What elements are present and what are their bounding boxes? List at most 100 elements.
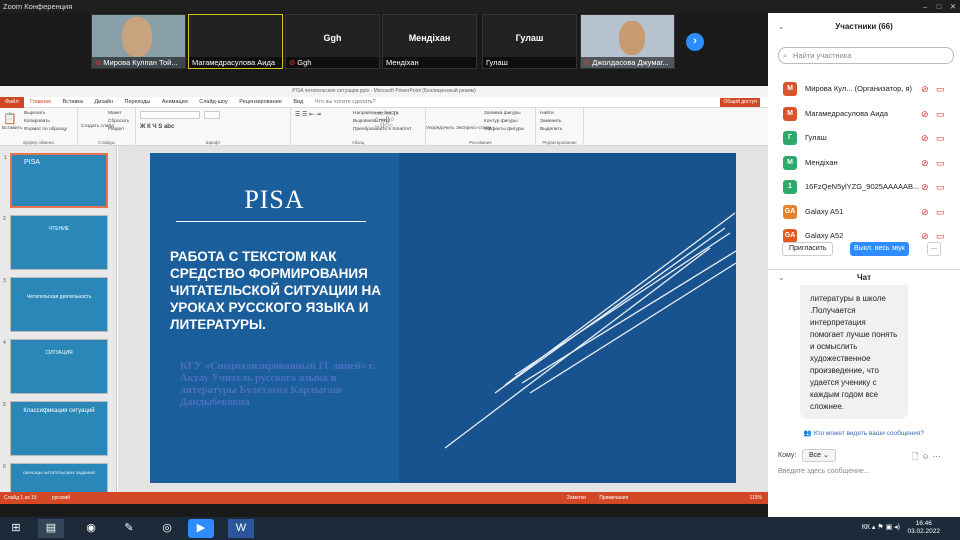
video-tile[interactable]: Гулаш Гулаш xyxy=(482,14,577,69)
mic-muted-icon[interactable]: ⊘ xyxy=(921,151,929,175)
cut-button[interactable]: Вырезать xyxy=(24,111,45,116)
video-off-icon[interactable]: ▭ xyxy=(936,151,945,175)
start-button[interactable]: ⊞ xyxy=(3,519,29,538)
video-off-icon[interactable]: ▭ xyxy=(936,200,945,224)
participant-row[interactable]: 1 16FzQeN5ylYZG_9025AAAAAB... ⊘ ▭ xyxy=(768,175,960,199)
tell-me-search[interactable]: Что вы хотите сделать? xyxy=(310,97,381,108)
bold-button[interactable]: Ж К Ч S abc xyxy=(140,124,174,130)
clock[interactable]: 16:46 03.02.2022 xyxy=(907,520,940,536)
slide-thumbnail[interactable]: 5 Классификация ситуаций xyxy=(3,401,108,456)
thumb-number: 1 xyxy=(4,155,7,161)
shape-fill-button[interactable]: Заливка фигуры xyxy=(484,111,521,116)
zoom-level[interactable]: 115% xyxy=(750,495,762,501)
chrome-icon[interactable]: ◉ xyxy=(78,519,104,538)
invite-button[interactable]: Пригласить xyxy=(782,242,834,256)
shape-outline-button[interactable]: Контур фигуры xyxy=(484,119,518,124)
list-buttons[interactable]: ☰ ☰ ⇤ ⇥ xyxy=(295,111,321,118)
tab-view[interactable]: Вид xyxy=(288,97,308,108)
video-tile[interactable]: ⊘ Мирова Кулпан Той... xyxy=(91,14,186,69)
chat-input[interactable]: Введите здесь сообщение... xyxy=(778,468,870,475)
share-button[interactable]: Общий доступ xyxy=(720,98,760,107)
close-button[interactable]: ✕ xyxy=(946,0,960,13)
tab-animation[interactable]: Анимация xyxy=(157,97,193,108)
tab-design[interactable]: Дизайн xyxy=(90,97,119,108)
format-painter-button[interactable]: Формат по образцу xyxy=(24,127,67,132)
reset-button[interactable]: Сбросить xyxy=(108,119,129,124)
ribbon-tabs: Файл Главная Вставка Дизайн Переходы Ани… xyxy=(0,97,768,110)
video-off-icon[interactable]: ▭ xyxy=(936,175,945,199)
video-name: Джолдасова Джумаг... xyxy=(592,58,669,67)
mic-muted-icon[interactable]: ⊘ xyxy=(921,77,929,101)
arrange-button[interactable]: Упорядочить xyxy=(426,126,455,131)
collapse-chevron-icon[interactable]: ⌄ xyxy=(778,13,785,40)
tools-icon[interactable]: ✎ xyxy=(116,519,142,538)
zoom-app-icon[interactable]: ▶ xyxy=(188,519,214,538)
slide-thumbnail[interactable]: 6 ОБРАЗЦЫ ЧИТАТЕЛЬСКИХ ЗАДАНИЙ xyxy=(3,463,108,492)
participant-row[interactable]: GA Galaxy A51 ⊘ ▭ xyxy=(768,200,960,224)
tab-transitions[interactable]: Переходы xyxy=(120,97,156,108)
copy-button[interactable]: Копировать xyxy=(24,119,50,124)
who-can-see-link[interactable]: 👥 Кто может видеть ваши сообщения? xyxy=(768,429,960,437)
participant-row[interactable]: М Мендіхан ⊘ ▭ xyxy=(768,151,960,175)
more-icon[interactable]: ⋯ xyxy=(933,452,944,461)
word-icon[interactable]: W xyxy=(228,519,254,538)
collapse-chevron-icon[interactable]: ⌄ xyxy=(778,270,785,286)
current-slide[interactable]: PISA РАБОТА С ТЕКСТОМ КАК СРЕДСТВО ФОРМИ… xyxy=(150,153,736,483)
mic-muted-icon[interactable]: ⊘ xyxy=(921,102,929,126)
video-off-icon[interactable]: ▭ xyxy=(936,102,945,126)
video-tile[interactable]: ⊘ Джолдасова Джумаг... xyxy=(580,14,675,69)
emoji-icon[interactable]: ☺ xyxy=(921,452,932,461)
taskbar: ⊞ ▤ ◉ ✎ ◎ ▶ W КК ▴ ⚑ ▣ ◂) 16:46 03.02.20… xyxy=(0,517,960,540)
video-off-icon[interactable]: ▭ xyxy=(936,77,945,101)
slide-thumbnail[interactable]: 4 СИТУАЦИЯ xyxy=(3,339,108,394)
slide-thumbnail[interactable]: 1 PISA xyxy=(4,153,108,208)
font-name-select[interactable] xyxy=(140,111,200,119)
mic-muted-icon[interactable]: ⊘ xyxy=(921,200,929,224)
heading-underline xyxy=(176,221,366,222)
send-to-select[interactable]: Все ⌄ xyxy=(802,449,836,462)
drawing-group: ▭▭\○□▷ △⌐⌐{}☆ ↔⟨⟩◇○ Упорядочить Экспресс-с… xyxy=(374,108,536,146)
find-button[interactable]: Найти xyxy=(540,111,554,116)
font-size-select[interactable] xyxy=(204,111,220,119)
participant-search-input[interactable]: ⌕ Найти участника xyxy=(778,47,954,64)
select-button[interactable]: Выделить xyxy=(540,127,562,132)
participant-row[interactable]: М Магамедрасулова Аида ⊘ ▭ xyxy=(768,102,960,126)
video-off-icon[interactable]: ▭ xyxy=(936,126,945,150)
language-indicator[interactable]: КК xyxy=(862,524,870,531)
tab-file[interactable]: Файл xyxy=(0,97,24,108)
slide-thumbnail[interactable]: 3 Читательская деятельность xyxy=(3,277,108,332)
thumb-number: 6 xyxy=(3,464,6,470)
muted-mic-icon: ⊘ xyxy=(95,58,102,67)
video-tile[interactable]: Ggh ⊘ Ggh xyxy=(285,14,380,69)
next-videos-button[interactable]: › xyxy=(686,33,704,51)
participant-row[interactable]: М Мирова Кул... (Организатор, я) ⊘ ▭ xyxy=(768,77,960,101)
media-icon[interactable]: ◎ xyxy=(154,519,180,538)
system-tray[interactable]: КК ▴ ⚑ ▣ ◂) xyxy=(862,523,900,531)
paste-button[interactable]: Вставить xyxy=(2,126,22,131)
maximize-button[interactable]: □ xyxy=(932,0,946,13)
explorer-icon[interactable]: ▤ xyxy=(38,519,64,538)
mic-muted-icon[interactable]: ⊘ xyxy=(921,126,929,150)
video-tile[interactable]: Мендіхан Мендіхан xyxy=(382,14,477,69)
tab-insert[interactable]: Вставка xyxy=(58,97,88,108)
paste-icon[interactable]: 📋 xyxy=(3,112,17,125)
section-button[interactable]: Раздел xyxy=(108,127,124,132)
mic-muted-icon[interactable]: ⊘ xyxy=(921,175,929,199)
slide-thumbnail[interactable]: 2 ЧТЕНИЕ xyxy=(3,215,108,270)
participant-row[interactable]: Г Гулаш ⊘ ▭ xyxy=(768,126,960,150)
notes-button[interactable]: Заметки xyxy=(567,495,586,501)
language-indicator[interactable]: русский xyxy=(52,495,70,501)
shape-effects-button[interactable]: Эффекты фигуры xyxy=(484,127,524,132)
tab-review[interactable]: Рецензирование xyxy=(234,97,286,108)
comments-button[interactable]: Примечания xyxy=(599,495,628,501)
participant-name: Магамедрасулова Аида xyxy=(805,108,888,118)
replace-button[interactable]: Заменить xyxy=(540,119,562,124)
more-options-button[interactable]: ... xyxy=(927,242,941,256)
mute-all-button[interactable]: Выкл. весь звук xyxy=(850,242,909,256)
layout-button[interactable]: Макет xyxy=(108,111,122,116)
minimize-button[interactable]: – xyxy=(918,0,932,13)
tab-slideshow[interactable]: Слайд-шоу xyxy=(194,97,233,108)
shapes-gallery[interactable]: ▭▭\○□▷ △⌐⌐{}☆ ↔⟨⟩◇○ xyxy=(374,111,422,131)
slide-thumbnails-pane[interactable]: 1 PISA 2 ЧТЕНИЕ 3 Читательская деятельно… xyxy=(0,146,117,492)
video-tile-active[interactable]: Магамедрасулова Аида xyxy=(188,14,283,69)
